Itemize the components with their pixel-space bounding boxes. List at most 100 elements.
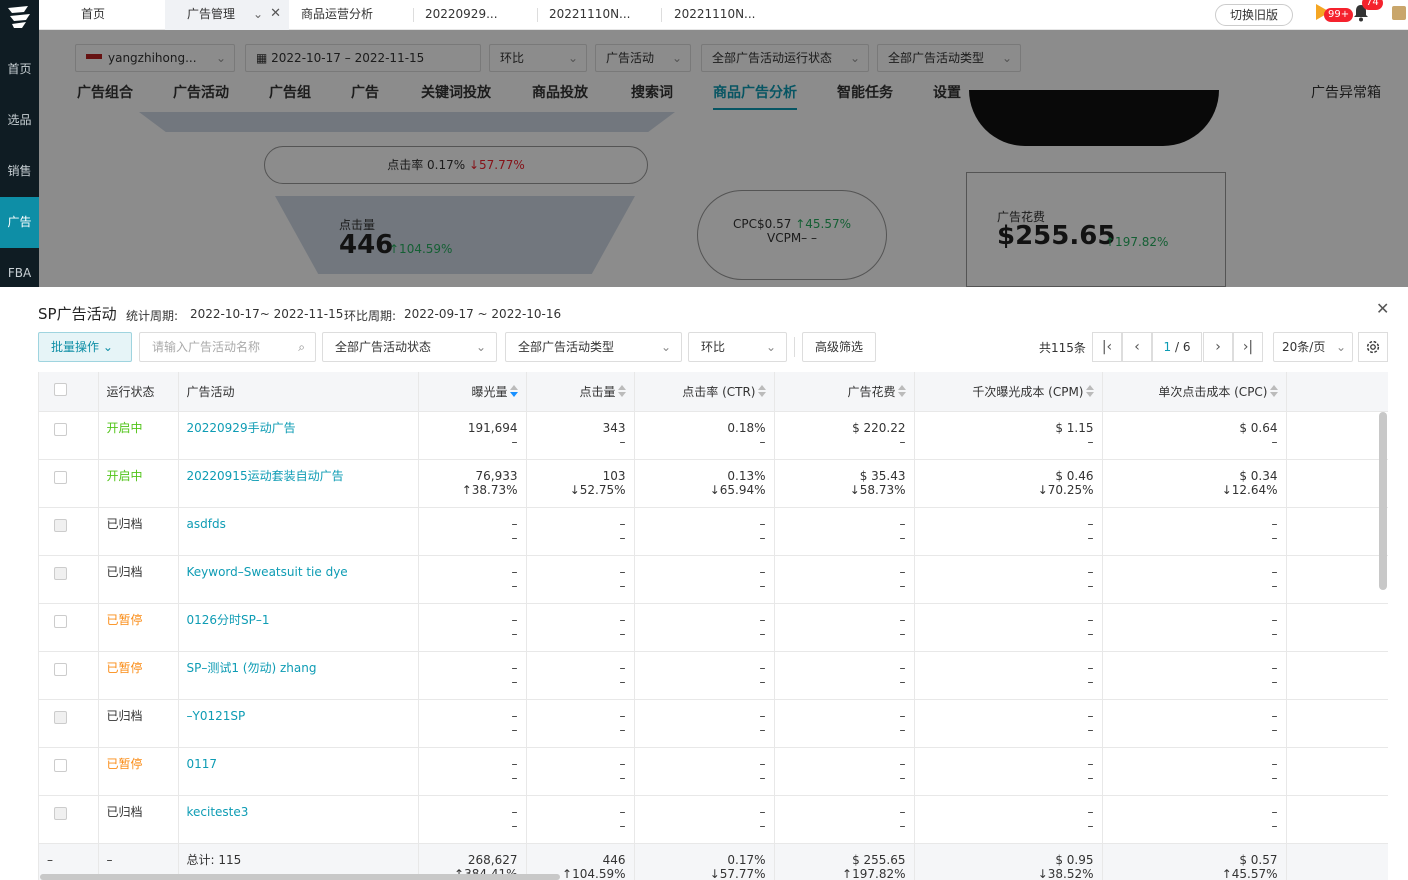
first-page-button[interactable]: |‹	[1092, 332, 1122, 362]
campaign-link[interactable]: 0126分时SP–1	[187, 613, 410, 627]
imp-value: –	[511, 612, 518, 627]
campaign-link[interactable]: –Y0121SP	[187, 709, 410, 723]
sort-icon[interactable]	[509, 384, 518, 398]
batch-action-button[interactable]: 批量操作 ⌄	[38, 332, 132, 362]
next-page-button[interactable]: ›	[1203, 332, 1233, 362]
campaign-link[interactable]: SP–测试1 (勿动) zhang	[187, 661, 410, 675]
campaign-link[interactable]: asdfds	[187, 517, 410, 531]
campaign-link[interactable]: keciteste3	[187, 805, 410, 819]
cell-status: 已暂停	[98, 603, 179, 652]
sidebar-item-selection[interactable]: 选品	[0, 95, 39, 146]
status-filter-select[interactable]: 全部广告活动状态 ⌄	[322, 332, 497, 362]
col-impressions[interactable]: 曝光量	[418, 372, 527, 412]
table-row[interactable]: 已归档 Keyword–Sweatsuit tie dye – – – – – – – – – – – –	[39, 555, 1388, 604]
table-settings-button[interactable]	[1358, 332, 1388, 362]
modal-overlay[interactable]	[39, 30, 1408, 287]
tab-home[interactable]: 首页	[71, 0, 161, 30]
search-placeholder: 请输入广告活动名称	[152, 340, 261, 354]
cell-cpm: – –	[914, 795, 1103, 844]
last-page-button[interactable]: ›|	[1233, 332, 1263, 362]
table-row[interactable]: 已归档 keciteste3– – – – – – – – – – – –	[39, 795, 1388, 844]
tab-ad-management[interactable]: 广告管理 ⌄ ✕	[165, 0, 289, 30]
campaign-link[interactable]: Keyword–Sweatsuit tie dye	[187, 565, 410, 579]
cell-campaign: keciteste3	[178, 795, 419, 844]
row-checkbox[interactable]	[54, 614, 67, 628]
campaign-table: 运行状态 广告活动 曝光量 点击量 点击率 (CTR) 广告花费 千次曝光成本 …	[38, 372, 1388, 880]
col-cpm[interactable]: 千次曝光成本 (CPM)	[914, 372, 1103, 412]
col-ctr[interactable]: 点击率 (CTR)	[634, 372, 775, 412]
app-logo-icon[interactable]	[4, 4, 34, 30]
col-visible[interactable]: 可见	[1286, 372, 1388, 412]
table-row[interactable]: 开启中 20220915运动套装自动广告 76,933 ↑38.73% 103 ↓52.7…	[39, 459, 1388, 508]
col-clicks[interactable]: 点击量	[526, 372, 635, 412]
row-checkbox[interactable]	[54, 710, 67, 724]
type-filter-select[interactable]: 全部广告活动类型 ⌄	[505, 332, 682, 362]
ctr-value: –	[759, 564, 766, 579]
spend-value: $ 220.22	[852, 420, 906, 435]
select-all-checkbox[interactable]	[54, 383, 67, 397]
sidebar-item-home[interactable]: 首页	[0, 44, 39, 95]
tab-product-analysis[interactable]: 商品运营分析	[291, 0, 411, 30]
cpm-change: –	[1087, 530, 1094, 545]
close-icon[interactable]: ✕	[270, 0, 281, 28]
sidebar-item-sales[interactable]: 销售	[0, 146, 39, 197]
cpc-value: –	[1271, 564, 1278, 579]
table-row[interactable]: 已归档 –Y0121SP – – – – – – – – – – – –	[39, 699, 1388, 748]
compare-filter-select[interactable]: 环比 ⌄	[688, 332, 787, 362]
advanced-filter-button[interactable]: 高级筛选	[802, 332, 876, 362]
col-spend[interactable]: 广告花费	[774, 372, 915, 412]
close-icon[interactable]: ✕	[1376, 299, 1389, 318]
sidebar-item-ads[interactable]: 广告	[0, 197, 39, 248]
period-value: 2022-10-17~ 2022-11-15	[190, 307, 344, 321]
col-cpc[interactable]: 单次点击成本 (CPC)	[1102, 372, 1287, 412]
horizontal-scrollbar[interactable]	[40, 874, 560, 880]
table-row[interactable]: 已归档 asdfds – – – – – – – – – – – –	[39, 507, 1388, 556]
campaign-search-input[interactable]: 请输入广告活动名称 ⌕	[139, 332, 316, 362]
prev-page-button[interactable]: ‹	[1122, 332, 1152, 362]
cell-imp: – –	[418, 795, 527, 844]
clk-value: 103	[602, 468, 626, 483]
tab-campaign-2[interactable]: 20221110N...	[539, 0, 659, 30]
campaign-link[interactable]: 20220929手动广告	[187, 421, 410, 435]
page-size-select[interactable]: 20条/页 ⌄	[1273, 332, 1353, 362]
cell-spend: $ 35.43 ↓58.73%	[774, 459, 915, 508]
row-checkbox[interactable]	[54, 518, 67, 532]
sort-icon[interactable]	[897, 384, 906, 398]
row-checkbox[interactable]	[54, 806, 67, 820]
spend-change: –	[899, 578, 906, 593]
ctr-change: –	[759, 434, 766, 449]
search-icon[interactable]: ⌕	[298, 333, 305, 361]
cpc-value: –	[1271, 708, 1278, 723]
row-checkbox[interactable]	[54, 758, 67, 772]
vertical-scrollbar[interactable]	[1379, 412, 1387, 590]
sort-icon[interactable]	[757, 384, 766, 398]
switch-old-version-button[interactable]: 切换旧版	[1215, 4, 1293, 26]
campaign-link[interactable]: 20220915运动套装自动广告	[187, 469, 410, 483]
sort-icon[interactable]	[617, 384, 626, 398]
sort-icon[interactable]	[1269, 384, 1278, 398]
ctr-value: –	[759, 756, 766, 771]
tab-campaign-3[interactable]: 20221110N...	[664, 0, 784, 30]
ctr-value: 0.13%	[727, 468, 766, 483]
chevron-down-icon: ⌄	[475, 340, 486, 354]
flag-icon[interactable]: 99+	[1316, 4, 1354, 22]
avatar[interactable]	[1392, 6, 1406, 20]
sort-icon[interactable]	[1085, 384, 1094, 398]
row-checkbox[interactable]	[54, 470, 67, 484]
chevron-down-icon[interactable]: ⌄	[253, 0, 263, 28]
table-row[interactable]: 已暂停 0117– – – – – – – – – – – –	[39, 747, 1388, 796]
row-checkbox[interactable]	[54, 662, 67, 676]
page-size-value: 20条/页	[1282, 340, 1326, 354]
tab-campaign-1[interactable]: 20220929...	[415, 0, 535, 30]
row-checkbox[interactable]	[54, 422, 67, 436]
cell-select	[39, 603, 99, 652]
table-row[interactable]: 开启中 20220929手动广告 191,694–343–0.18% – $ 220.2…	[39, 411, 1388, 460]
row-checkbox[interactable]	[54, 566, 67, 580]
page-indicator[interactable]: 1 / 6	[1152, 332, 1202, 362]
table-row[interactable]: 已暂停 SP–测试1 (勿动) zhang – – – – – – – – – – – –	[39, 651, 1388, 700]
table-row[interactable]: 已暂停 0126分时SP–1– – – – – – – – – – – –	[39, 603, 1388, 652]
cell-cpm: – –	[914, 507, 1103, 556]
cpc-change: –	[1271, 626, 1278, 641]
campaign-link[interactable]: 0117	[187, 757, 410, 771]
summary-imp-value: 268,627	[467, 852, 518, 867]
